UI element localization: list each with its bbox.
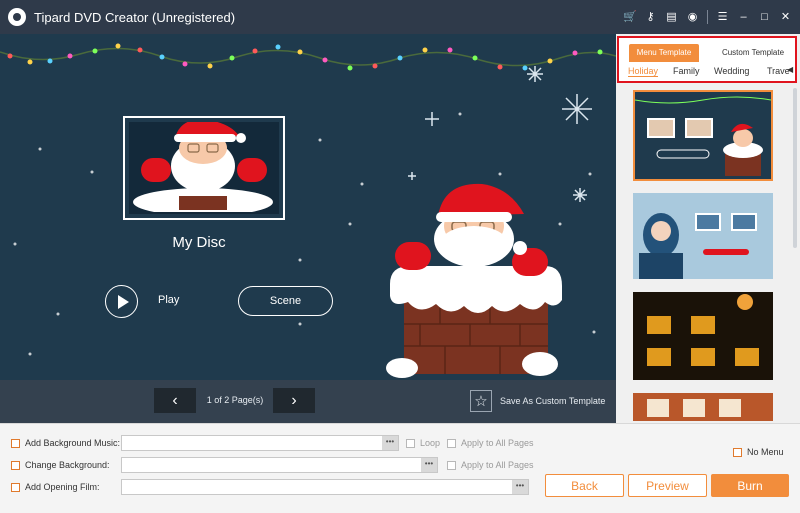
key-icon[interactable]: ⚷ (644, 11, 657, 24)
pager-bar: ‹ 1 of 2 Page(s) › ☆ Save As Custom Temp… (0, 380, 616, 423)
template-thumbnail[interactable] (633, 393, 773, 421)
category-family[interactable]: Family (673, 66, 700, 76)
play-button[interactable] (105, 285, 138, 318)
change-background-row: Change Background: (11, 460, 110, 470)
apply-all-pages-music-label: Apply to All Pages (461, 438, 534, 448)
loop-option[interactable]: Loop (406, 438, 440, 448)
browse-background-button[interactable]: ••• (421, 458, 437, 472)
no-menu-option[interactable]: No Menu (733, 447, 784, 457)
back-button[interactable]: Back (545, 474, 624, 497)
next-page-button[interactable]: › (273, 388, 315, 413)
page-indicator: 1 of 2 Page(s) (206, 395, 264, 405)
disc-title[interactable]: My Disc (123, 234, 275, 251)
title-bar: Tipard DVD Creator (Unregistered) 🛒 ⚷ ▤ … (0, 0, 800, 34)
apply-all-pages-bg-label: Apply to All Pages (461, 460, 534, 470)
no-menu-label: No Menu (747, 447, 784, 457)
template-scrollbar[interactable] (793, 88, 797, 248)
category-wedding[interactable]: Wedding (714, 66, 749, 76)
app-window: Tipard DVD Creator (Unregistered) 🛒 ⚷ ▤ … (0, 0, 800, 513)
minimize-icon[interactable]: – (737, 11, 750, 24)
save-custom-template-button[interactable]: ☆ Save As Custom Template (470, 388, 605, 413)
no-menu-checkbox[interactable] (733, 447, 742, 457)
chapter-thumbnail[interactable] (123, 116, 285, 220)
loop-label: Loop (420, 438, 441, 448)
play-label[interactable]: Play (158, 294, 179, 306)
santa-chimney-illustration (386, 183, 562, 378)
toolbar-divider (707, 10, 708, 24)
background-music-input[interactable]: ••• (121, 435, 399, 451)
template-selector: Menu Template Custom Template Holiday Fa… (617, 36, 797, 83)
add-background-music-row: Add Background Music: (11, 438, 120, 448)
category-holiday[interactable]: Holiday (628, 66, 659, 77)
tab-custom-template[interactable]: Custom Template (717, 44, 789, 62)
add-background-music-label: Add Background Music: (25, 438, 121, 448)
thumbnail-image (129, 122, 279, 214)
burn-button[interactable]: Burn (711, 474, 789, 497)
star-icon: ☆ (470, 389, 492, 412)
add-background-music-checkbox[interactable] (11, 438, 20, 448)
template-thumbnail[interactable] (633, 90, 773, 181)
template-thumbnail[interactable] (633, 193, 773, 279)
title-bar-tools: 🛒 ⚷ ▤ ◉ ☰ – □ ✕ (623, 0, 792, 34)
save-template-label: Save As Custom Template (500, 395, 606, 406)
loop-checkbox[interactable] (406, 438, 415, 448)
chevron-left-icon: ‹ (172, 392, 178, 409)
background-input[interactable]: ••• (121, 457, 438, 473)
add-opening-film-row: Add Opening Film: (11, 482, 100, 492)
apply-all-pages-bg-checkbox[interactable] (447, 460, 456, 470)
change-background-checkbox[interactable] (11, 460, 20, 470)
halloween-template-preview (633, 292, 773, 380)
browse-music-button[interactable]: ••• (382, 436, 398, 450)
maximize-icon[interactable]: □ (758, 11, 771, 24)
add-opening-film-label: Add Opening Film: (25, 482, 100, 492)
tab-menu-template[interactable]: Menu Template (629, 44, 699, 62)
string-lights (7, 43, 603, 71)
santa-thumbnail-icon (129, 122, 277, 214)
save-icon[interactable]: ▤ (665, 11, 678, 24)
apply-all-pages-bg-option[interactable]: Apply to All Pages (447, 460, 534, 470)
chat-icon[interactable]: ◉ (686, 11, 699, 24)
preview-button[interactable]: Preview (628, 474, 707, 497)
app-logo-icon (8, 8, 26, 26)
apply-all-pages-music-checkbox[interactable] (447, 438, 456, 448)
template-thumbnail[interactable] (633, 292, 773, 380)
previous-page-button[interactable]: ‹ (154, 388, 196, 413)
close-icon[interactable]: ✕ (779, 11, 792, 24)
preview-decorations (0, 43, 616, 378)
scroll-right-icon[interactable]: ◀ (787, 65, 793, 74)
apply-all-pages-music-option[interactable]: Apply to All Pages (447, 438, 534, 448)
window-title: Tipard DVD Creator (Unregistered) (34, 9, 236, 25)
add-opening-film-checkbox[interactable] (11, 482, 20, 492)
autumn-template-preview (633, 393, 773, 421)
scene-button[interactable]: Scene (238, 286, 333, 316)
change-background-label: Change Background: (25, 460, 110, 470)
cart-icon[interactable]: 🛒 (623, 11, 637, 24)
christmas-template-preview (634, 96, 772, 176)
browse-film-button[interactable]: ••• (512, 480, 528, 494)
chevron-right-icon: › (291, 392, 297, 409)
winter-template-preview (633, 193, 773, 279)
menu-icon[interactable]: ☰ (716, 11, 729, 24)
opening-film-input[interactable]: ••• (121, 479, 529, 495)
menu-preview: My Disc Play Scene (0, 34, 616, 380)
snowflake-icon (408, 66, 592, 202)
